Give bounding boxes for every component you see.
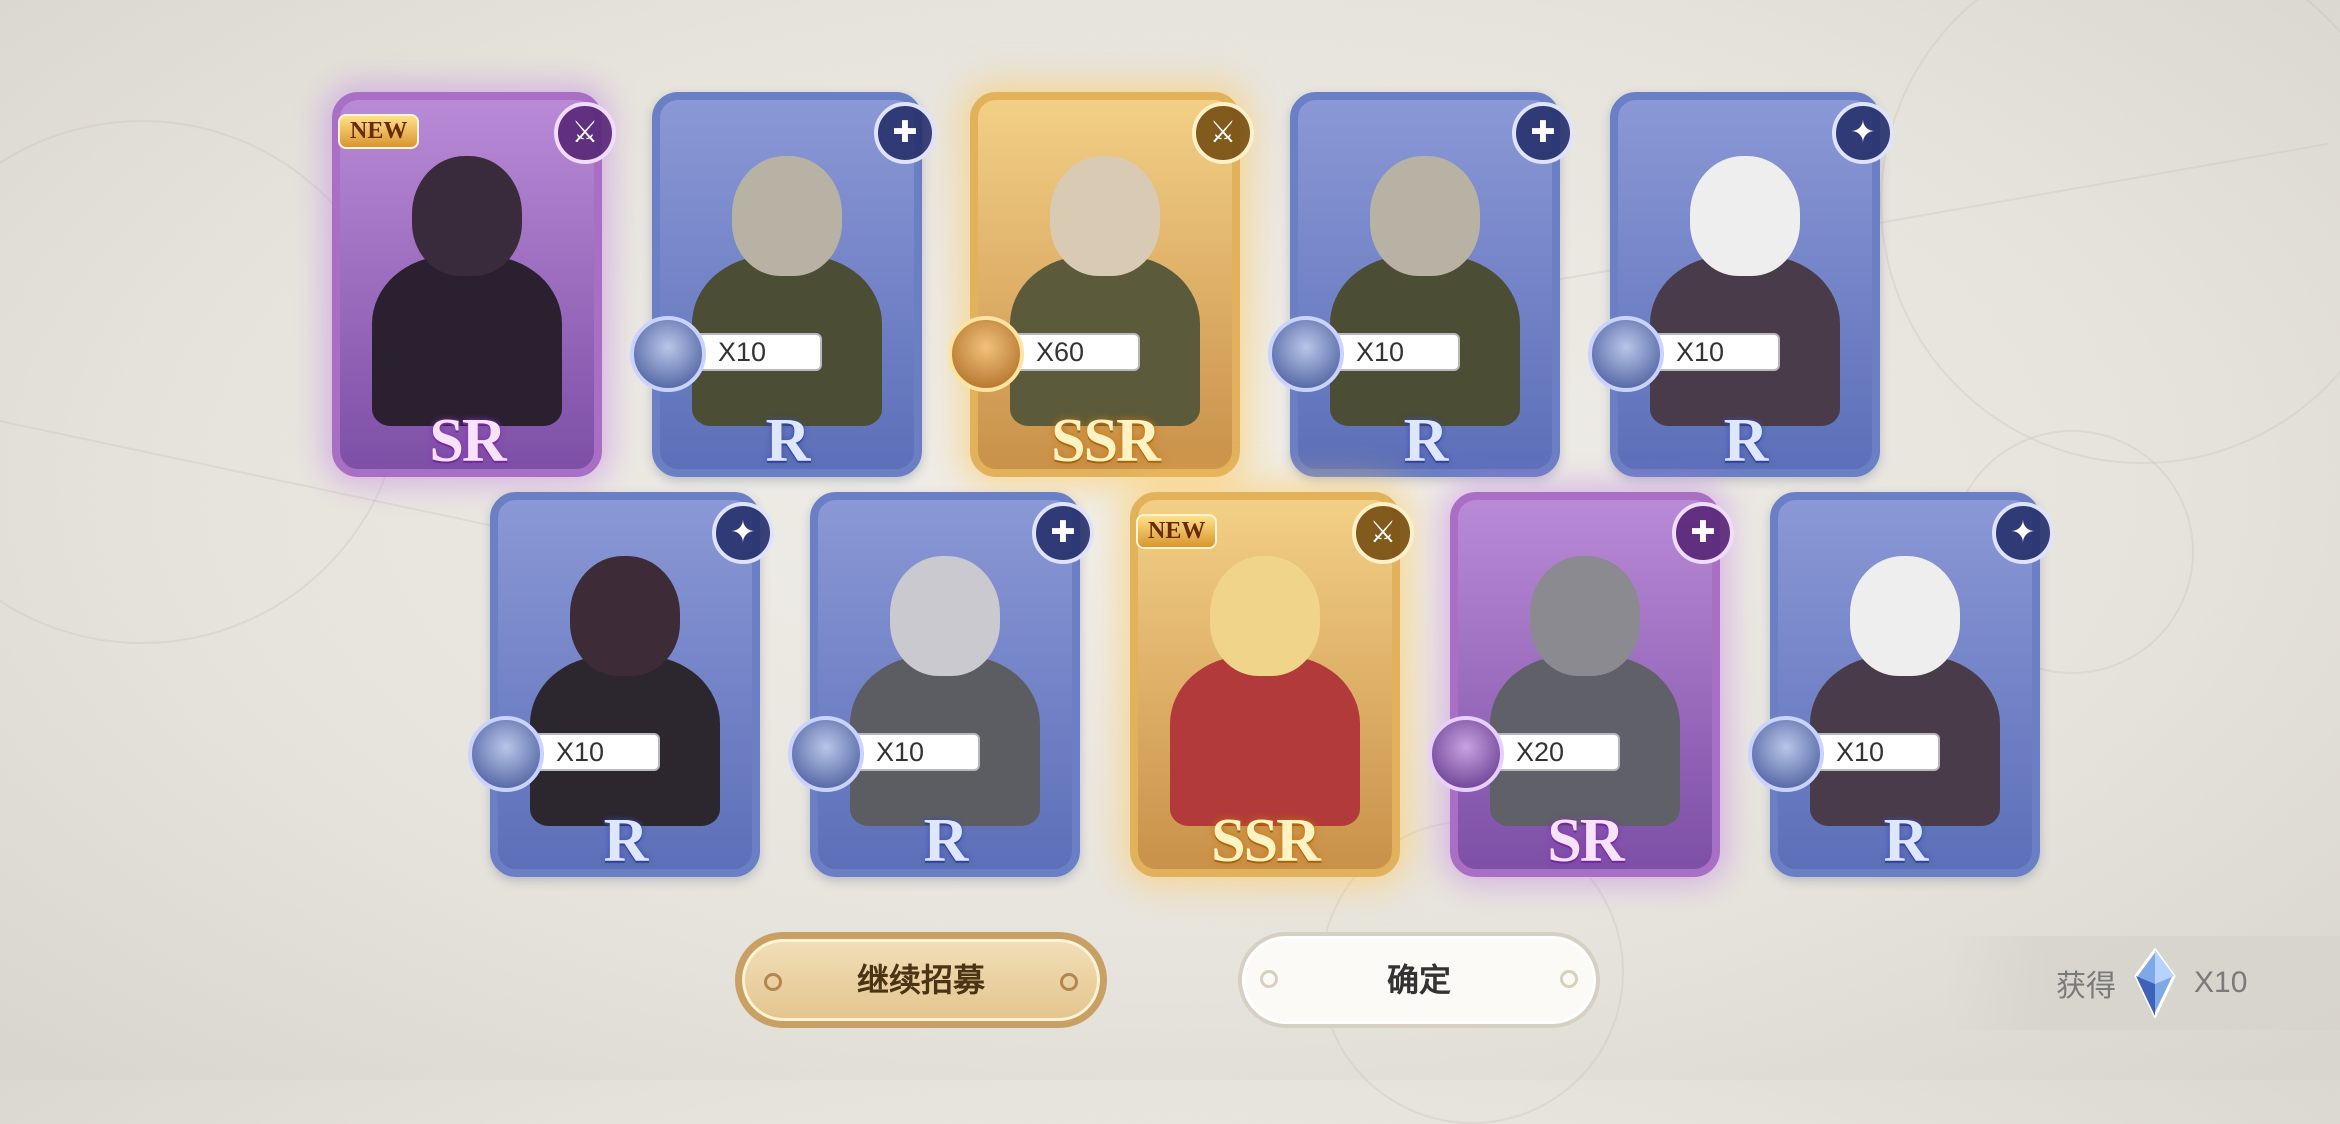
shard-conversion: X10 <box>630 316 822 392</box>
shard-conversion: X10 <box>1268 316 1460 392</box>
reward-summary: 获得 X10 <box>1946 936 2340 1030</box>
sparkle-icon: ✦ <box>1992 502 2054 564</box>
rarity-label: R <box>1883 807 1929 875</box>
rarity-label: R <box>1403 407 1449 475</box>
shard-count: X10 <box>1812 733 1940 771</box>
shard-conversion: X10 <box>468 716 660 792</box>
rarity-label: SR <box>1547 807 1624 875</box>
shard-conversion: X10 <box>1588 316 1780 392</box>
sparkle-icon: ✦ <box>712 502 774 564</box>
confirm-label: 确定 <box>1386 962 1451 998</box>
hero-shard-avatar <box>1268 316 1344 392</box>
hero-card[interactable]: SR ✚ X20 <box>1428 492 1734 877</box>
confirm-button[interactable]: 确定 <box>1238 932 1600 1028</box>
hero-shard-avatar <box>1748 716 1824 792</box>
hero-card[interactable]: R ✚ X10 <box>1268 92 1574 477</box>
rarity-label: R <box>765 407 811 475</box>
hero-card[interactable]: R ✚ X10 <box>630 92 936 477</box>
shard-conversion: X10 <box>788 716 980 792</box>
hero-card[interactable]: SSR ⚔ X60 <box>948 92 1254 477</box>
shard-conversion: X10 <box>1748 716 1940 792</box>
sword-arrows-icon: ⚔ <box>554 102 616 164</box>
rarity-label: R <box>923 807 969 875</box>
hero-card[interactable]: R ✦ X10 <box>1588 92 1894 477</box>
shard-count: X10 <box>532 733 660 771</box>
rarity-label: SSR <box>1051 407 1161 475</box>
hero-shard-avatar <box>948 316 1024 392</box>
hero-shard-avatar <box>788 716 864 792</box>
hero-portrait <box>1156 526 1374 826</box>
hero-card[interactable]: R ✦ X10 <box>468 492 774 877</box>
rarity-label: R <box>1723 407 1769 475</box>
continue-recruit-button[interactable]: 继续招募 <box>735 932 1107 1028</box>
new-badge: NEW <box>338 114 420 149</box>
rarity-label: R <box>603 807 649 875</box>
shard-count: X60 <box>1012 333 1140 371</box>
shield-cross-icon: ✚ <box>1672 502 1734 564</box>
hero-card[interactable]: SSR ⚔ NEW <box>1130 492 1414 877</box>
reward-amount: X10 <box>2194 966 2248 999</box>
shield-cross-icon: ✚ <box>874 102 936 164</box>
new-badge: NEW <box>1136 514 1218 549</box>
rarity-label: SR <box>429 407 506 475</box>
hero-shard-avatar <box>468 716 544 792</box>
ornament-icon <box>1560 970 1578 988</box>
sparkle-icon: ✦ <box>1832 102 1894 164</box>
sword-arrows-icon: ⚔ <box>1352 502 1414 564</box>
hero-card[interactable]: R ✦ X10 <box>1748 492 2054 877</box>
ornament-icon <box>764 973 782 991</box>
ornament-icon <box>1060 973 1078 991</box>
shard-conversion: X60 <box>948 316 1140 392</box>
rarity-label: SSR <box>1211 807 1321 875</box>
hero-card[interactable]: R ✚ X10 <box>788 492 1094 877</box>
hero-portrait <box>358 126 576 426</box>
hero-shard-avatar <box>1428 716 1504 792</box>
shard-count: X20 <box>1492 733 1620 771</box>
ornament-icon <box>1260 970 1278 988</box>
shard-count: X10 <box>694 333 822 371</box>
shard-count: X10 <box>1332 333 1460 371</box>
crystal-gem-icon <box>2134 947 2176 1020</box>
reward-label: 获得 <box>2056 970 2116 1003</box>
continue-recruit-label: 继续招募 <box>856 962 985 998</box>
hero-shard-avatar <box>1588 316 1664 392</box>
shard-conversion: X20 <box>1428 716 1620 792</box>
sword-arrows-icon: ⚔ <box>1192 102 1254 164</box>
shield-cross-icon: ✚ <box>1512 102 1574 164</box>
shield-cross-icon: ✚ <box>1032 502 1094 564</box>
shard-count: X10 <box>1652 333 1780 371</box>
hero-card[interactable]: SR ⚔ NEW <box>332 92 616 477</box>
shard-count: X10 <box>852 733 980 771</box>
hero-shard-avatar <box>630 316 706 392</box>
